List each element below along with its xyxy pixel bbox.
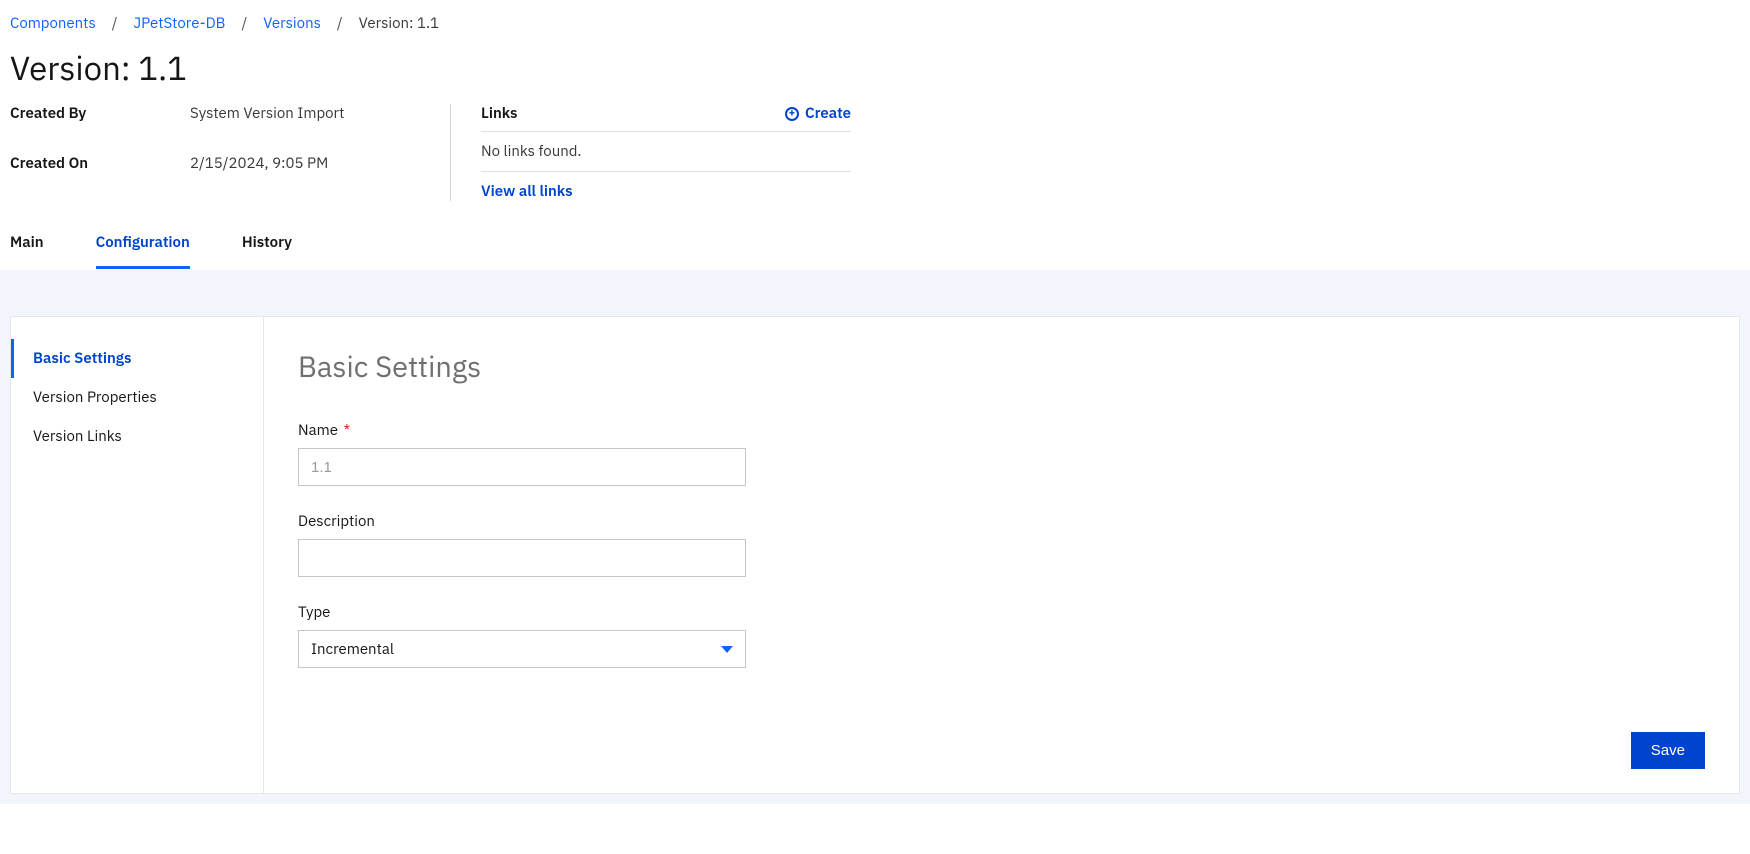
sidenav-version-links[interactable]: Version Links: [11, 417, 263, 456]
created-by-label: Created By: [10, 104, 190, 152]
breadcrumb-versions[interactable]: Versions: [263, 14, 321, 33]
caret-down-icon: [721, 646, 733, 653]
breadcrumb-jpetstore-db[interactable]: JPetStore-DB: [134, 14, 226, 33]
tabs: Main Configuration History: [0, 221, 1750, 270]
tab-configuration[interactable]: Configuration: [96, 221, 190, 269]
breadcrumb-separator: /: [337, 14, 343, 33]
create-link-button[interactable]: + Create: [785, 104, 851, 123]
header-info: Created By System Version Import Created…: [0, 104, 1750, 221]
type-select-value: Incremental: [311, 640, 394, 659]
name-input[interactable]: [298, 448, 746, 486]
created-on-value: 2/15/2024, 9:05 PM: [190, 154, 450, 202]
section-title: Basic Settings: [298, 347, 1705, 385]
links-block: Links + Create No links found. View all …: [481, 104, 851, 201]
links-title: Links: [481, 104, 518, 123]
name-label: Name *: [298, 421, 1705, 440]
form-footer: Save: [298, 732, 1705, 769]
breadcrumb-separator: /: [112, 14, 118, 33]
meta-block: Created By System Version Import Created…: [10, 104, 450, 201]
links-empty-text: No links found.: [481, 132, 851, 172]
vertical-separator: [450, 104, 451, 201]
type-label: Type: [298, 603, 1705, 622]
tab-main[interactable]: Main: [10, 221, 44, 269]
save-button[interactable]: Save: [1631, 732, 1705, 769]
breadcrumb-separator: /: [241, 14, 247, 33]
tab-history[interactable]: History: [242, 221, 292, 269]
required-mark: *: [344, 421, 351, 440]
field-name: Name *: [298, 421, 1705, 486]
form-area: Basic Settings Name * Description Type I…: [264, 317, 1739, 793]
field-type: Type Incremental: [298, 603, 1705, 668]
type-select[interactable]: Incremental: [298, 630, 746, 668]
created-by-value: System Version Import: [190, 104, 450, 152]
created-on-label: Created On: [10, 154, 190, 202]
config-sidenav: Basic Settings Version Properties Versio…: [11, 317, 264, 793]
field-description: Description: [298, 512, 1705, 577]
view-all-links[interactable]: View all links: [481, 172, 851, 201]
name-label-text: Name: [298, 421, 338, 440]
description-input[interactable]: [298, 539, 746, 577]
breadcrumb-current: Version: 1.1: [359, 14, 439, 33]
page-title: Version: 1.1: [0, 43, 1750, 104]
plus-circle-icon: +: [785, 107, 799, 121]
breadcrumb-components[interactable]: Components: [10, 14, 96, 33]
sidenav-basic-settings[interactable]: Basic Settings: [11, 339, 263, 378]
breadcrumb: Components / JPetStore-DB / Versions / V…: [0, 0, 1750, 43]
config-panel: Basic Settings Version Properties Versio…: [10, 316, 1740, 794]
content-band: Basic Settings Version Properties Versio…: [0, 270, 1750, 804]
sidenav-version-properties[interactable]: Version Properties: [11, 378, 263, 417]
create-link-label: Create: [805, 104, 851, 123]
description-label: Description: [298, 512, 1705, 531]
